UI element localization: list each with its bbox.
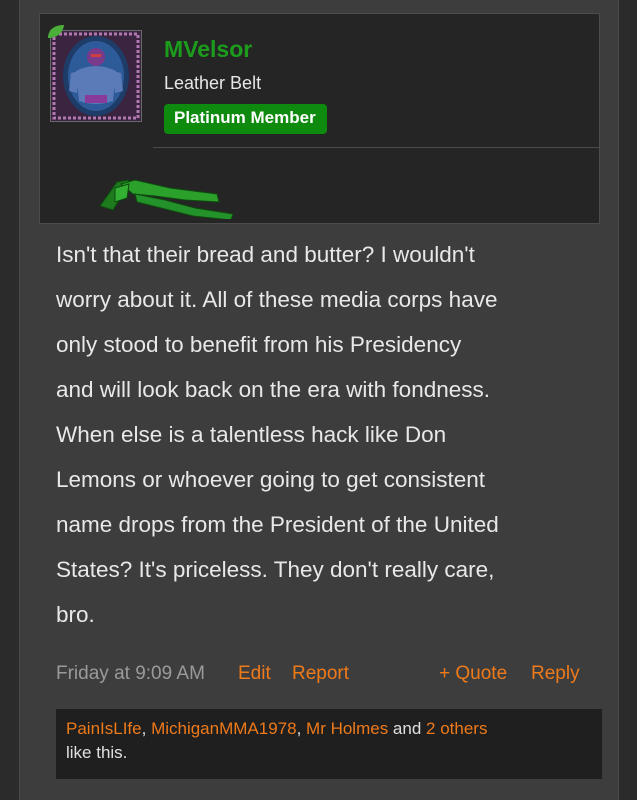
likes-suffix: like this. xyxy=(66,743,128,762)
green-belt-trophy-icon[interactable] xyxy=(95,164,240,219)
quote-link[interactable]: + Quote xyxy=(439,663,507,685)
post-message: Isn't that their bread and butter? I wou… xyxy=(56,242,499,627)
leaf-icon xyxy=(48,25,64,38)
divider xyxy=(153,147,599,148)
likes-separator: , xyxy=(296,719,307,738)
user-title: Leather Belt xyxy=(164,73,262,93)
likes-and-text: and xyxy=(388,719,427,738)
post-actions: Friday at 9:09 AM Edit Report + Quote Re… xyxy=(56,663,600,689)
edit-link[interactable]: Edit xyxy=(238,663,271,685)
liker-link[interactable]: MichiganMMA1978 xyxy=(151,719,297,738)
user-info-box: MVelsor Leather Belt Platinum Member xyxy=(39,13,600,224)
reply-link[interactable]: Reply xyxy=(531,663,580,685)
likes-separator: , xyxy=(141,719,152,738)
likes-summary: PainIsLIfe, MichiganMMA1978, Mr Holmes a… xyxy=(56,709,602,779)
likes-others-link[interactable]: 2 others xyxy=(426,719,487,738)
avatar-image xyxy=(51,31,141,121)
post-timestamp[interactable]: Friday at 9:09 AM xyxy=(56,663,205,685)
avatar[interactable] xyxy=(50,30,142,122)
liker-link[interactable]: Mr Holmes xyxy=(306,719,388,738)
report-link[interactable]: Report xyxy=(292,663,349,685)
avatar-wrap[interactable] xyxy=(48,25,142,122)
username-link[interactable]: MVelsor xyxy=(164,36,252,63)
post-container: MVelsor Leather Belt Platinum Member Isn… xyxy=(19,0,619,800)
member-banner: Platinum Member xyxy=(164,104,327,134)
liker-link[interactable]: PainIsLIfe xyxy=(66,719,142,738)
